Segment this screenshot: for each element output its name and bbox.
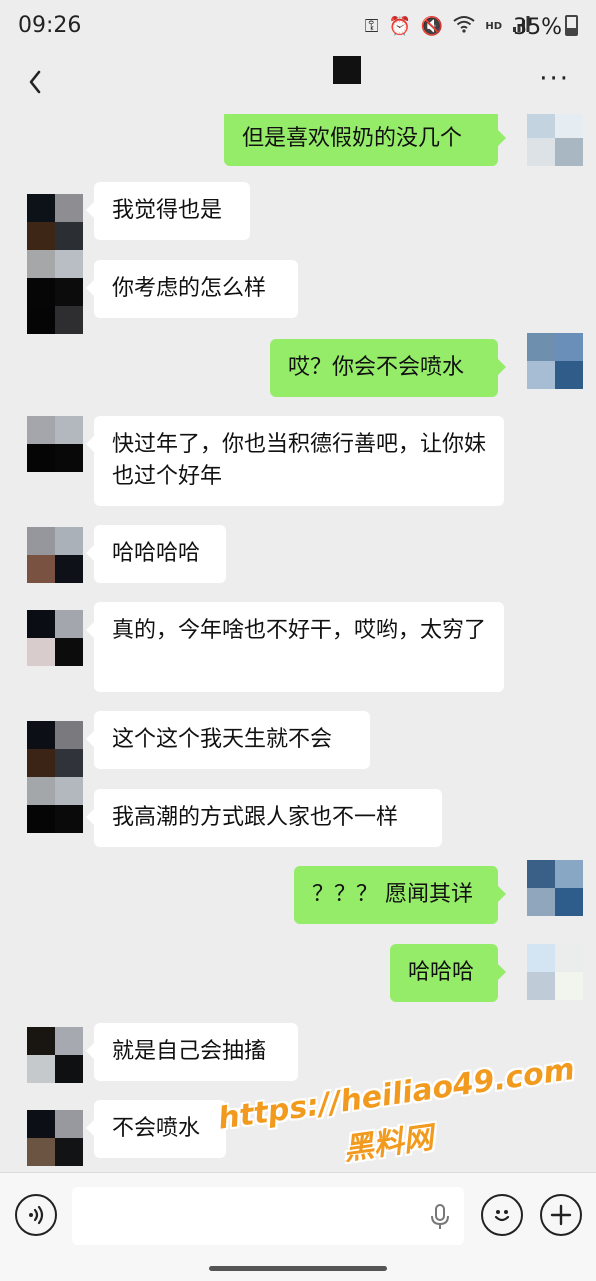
message-text: 我高潮的方式跟人家也不一样 [112,805,399,830]
add-icon[interactable] [540,1194,582,1236]
message-bubble-outgoing[interactable]: 哎？你会不会喷水 [270,339,506,397]
avatar-self[interactable] [527,944,583,1000]
message-input[interactable] [72,1187,464,1245]
home-indicator[interactable] [209,1266,387,1271]
voice-icon[interactable] [15,1194,57,1236]
message-text: 但是喜欢假奶的没几个 [242,126,463,151]
message-bubble-incoming[interactable]: 就是自己会抽搐 [86,1023,298,1081]
message-bubble-incoming[interactable]: 我高潮的方式跟人家也不一样 [86,789,442,847]
input-bar [0,1172,596,1281]
message-bubble-outgoing[interactable]: 但是喜欢假奶的没几个 [224,110,506,166]
message-text: 就是自己会抽搐 [112,1039,267,1064]
more-icon[interactable]: ··· [539,66,570,92]
avatar-contact-partial [27,777,83,833]
avatar-self[interactable] [527,333,583,389]
header-bar: ··· [0,54,596,114]
message-bubble-incoming[interactable]: 快过年了，你也当积德行善吧，让你妹也过个好年 [86,416,504,506]
avatar-contact[interactable] [27,527,83,583]
avatar-contact[interactable] [27,610,83,666]
message-bubble-incoming[interactable]: 真的，今年啥也不好干，哎哟，太穷了 [86,602,504,692]
message-bubble-incoming[interactable]: 哈哈哈哈 [86,525,226,583]
message-text: 哈哈哈哈 [112,541,201,566]
chevron-left-icon[interactable] [20,62,60,102]
message-text: 不会喷水 [112,1116,201,1141]
avatar-contact[interactable] [27,194,83,250]
chat-area[interactable]: 但是喜欢假奶的没几个 我觉得也是 你考虑的怎么样 哎？你会不会喷水 快过年了，你… [0,0,596,1172]
message-bubble-outgoing[interactable]: 哈哈哈 [390,944,506,1002]
chat-title-redacted [333,56,361,84]
emoji-icon[interactable] [481,1194,523,1236]
message-text: 哈哈哈 [408,960,475,985]
message-bubble-outgoing[interactable]: ？？？ 愿闻其详 [294,866,506,924]
message-text: 我觉得也是 [112,198,223,223]
message-bubble-incoming[interactable]: 我觉得也是 [86,182,250,240]
mic-icon[interactable] [430,1203,450,1231]
avatar-contact-partial [27,278,83,334]
watermark-name: 黑料网 [341,1120,436,1168]
avatar-contact[interactable] [27,416,83,472]
message-text: 真的，今年啥也不好干，哎哟，太穷了 [112,618,487,643]
avatar-self[interactable] [527,110,583,166]
message-bubble-incoming[interactable]: 你考虑的怎么样 [86,260,298,318]
message-text: 你考虑的怎么样 [112,276,267,301]
avatar-contact[interactable] [27,721,83,777]
avatar-self[interactable] [527,860,583,916]
message-bubble-incoming[interactable]: 这个这个我天生就不会 [86,711,370,769]
avatar-contact[interactable] [27,1110,83,1166]
message-text: 哎？你会不会喷水 [288,355,465,380]
avatar-contact[interactable] [27,1027,83,1083]
message-bubble-incoming[interactable]: 不会喷水 [86,1100,226,1158]
message-text: ？？？ 愿闻其详 [312,882,473,907]
message-text: 这个这个我天生就不会 [112,727,333,752]
message-text: 快过年了，你也当积德行善吧，让你妹也过个好年 [112,432,487,489]
